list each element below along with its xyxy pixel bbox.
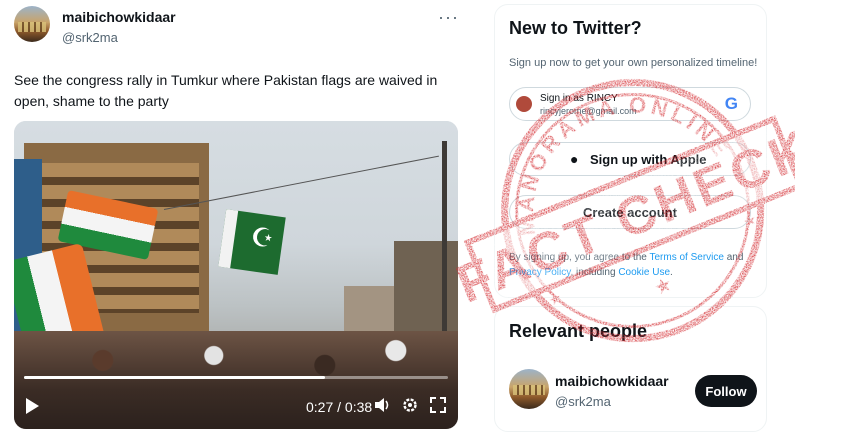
video-time: 0:27 / 0:38 xyxy=(306,399,373,415)
signup-title: New to Twitter? xyxy=(509,18,642,38)
video-flag: ☪ xyxy=(218,209,286,275)
tweet-card: maibichowkidaar @srk2ma ··· See the cong… xyxy=(0,0,470,440)
apple-signup-label: Sign up with Apple xyxy=(590,152,707,167)
privacy-link[interactable]: Privacy Policy xyxy=(509,267,571,278)
settings-icon[interactable] xyxy=(402,397,418,417)
legal-end: . xyxy=(670,267,673,278)
person-name[interactable]: maibichowkidaar xyxy=(555,373,669,389)
person-handle[interactable]: @srk2ma xyxy=(555,394,611,409)
relevant-people-card: Relevant people maibichowkidaar @srk2ma … xyxy=(494,306,767,432)
tweet-text: See the congress rally in Tumkur where P… xyxy=(14,72,438,109)
cookie-link[interactable]: Cookie Use xyxy=(618,267,670,278)
volume-icon[interactable] xyxy=(374,397,392,417)
legal-prefix: By signing up, you agree to the xyxy=(509,252,650,263)
google-account-avatar xyxy=(516,96,532,112)
google-signin-button[interactable]: Sign in as RINCY rincyjerome@gmail.com G xyxy=(509,87,751,121)
video-progress-fill xyxy=(24,376,326,379)
relevant-people-title: Relevant people xyxy=(509,321,648,341)
user-handle[interactable]: @srk2ma xyxy=(62,30,118,45)
avatar[interactable] xyxy=(14,6,50,42)
avatar[interactable] xyxy=(509,369,549,409)
video-progress-bar[interactable] xyxy=(24,376,448,379)
legal-mid: , including xyxy=(570,267,619,278)
create-account-label: Create account xyxy=(583,205,677,220)
signup-subtitle: Sign up now to get your own personalized… xyxy=(509,57,758,69)
legal-text: By signing up, you agree to the Terms of… xyxy=(509,250,759,280)
play-icon[interactable] xyxy=(26,398,39,414)
user-name[interactable]: maibichowkidaar xyxy=(62,9,176,25)
terms-link[interactable]: Terms of Service xyxy=(649,252,723,263)
google-account-name: Sign in as RINCY xyxy=(540,93,618,104)
signup-card: New to Twitter? Sign up now to get your … xyxy=(494,4,767,298)
fullscreen-icon[interactable] xyxy=(430,397,446,417)
more-dots-icon[interactable]: ··· xyxy=(438,7,459,28)
google-account-email: rincyjerome@gmail.com xyxy=(540,106,637,116)
apple-icon: ● xyxy=(570,151,579,167)
legal-and: and xyxy=(723,252,744,263)
follow-button[interactable]: Follow xyxy=(695,375,757,407)
video-player[interactable]: ☪ 0:27 / 0:38 xyxy=(14,121,458,429)
create-account-button[interactable]: Create account xyxy=(509,195,751,229)
apple-signup-button[interactable]: ● Sign up with Apple xyxy=(509,142,751,176)
google-icon: G xyxy=(724,94,738,113)
